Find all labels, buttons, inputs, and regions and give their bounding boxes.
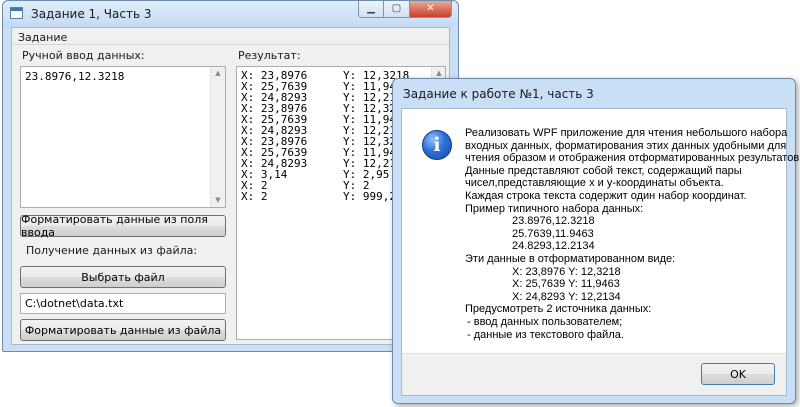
manual-input-textarea[interactable]: 23.8976,12.3218 ▲ ▼ (20, 66, 226, 208)
scroll-down-icon[interactable]: ▼ (211, 195, 225, 206)
message-line: 25.7639,11.9463 (512, 227, 594, 240)
format-input-button[interactable]: Форматировать данные из поля ввода (20, 213, 226, 239)
message-line: Эти данные в отформатированном виде: (465, 252, 676, 265)
message-line: чисел,представляющие x и y-координаты об… (465, 177, 724, 190)
close-button[interactable]: ✕ (410, 1, 452, 18)
dialog-title: Задание к работе №1, часть 3 (403, 87, 594, 101)
file-section-label: Получение данных из файла: (26, 244, 198, 257)
result-row: X: 2 Y: 999,2 (241, 190, 396, 203)
main-window: Задание 1, Часть 3 ▁ ▢ ✕ Задание Ручной … (2, 0, 459, 352)
message-line: Пример типичного набора данных: (465, 202, 644, 215)
dialog-footer: OK (402, 353, 786, 395)
minimize-icon: ▁ (367, 3, 375, 14)
message-line: чтения образом и отображения отформатиро… (465, 152, 800, 165)
info-icon: i (422, 130, 452, 160)
main-window-title: Задание 1, Часть 3 (31, 7, 152, 21)
message-line: X: 24,8293 Y: 12,2134 (512, 290, 621, 303)
message-line: X: 23,8976 Y: 12,3218 (512, 265, 621, 278)
main-client-area: Задание Ручной ввод данных: 23.8976,12.3… (11, 27, 450, 345)
result-label: Результат: (238, 49, 301, 62)
manual-input-scrollbar[interactable]: ▲ ▼ (210, 67, 225, 207)
ok-button[interactable]: OK (701, 363, 775, 385)
manual-input-value: 23.8976,12.3218 (25, 70, 125, 83)
minimize-button[interactable]: ▁ (358, 1, 384, 18)
app-window-icon (10, 7, 23, 19)
message-line: Каждая строка текста содержит один набор… (465, 189, 747, 202)
maximize-button[interactable]: ▢ (384, 1, 410, 18)
format-file-button[interactable]: Форматировать данные из файла (20, 319, 226, 341)
scroll-up-icon[interactable]: ▲ (211, 68, 225, 79)
message-line: - данные из текстового файла. (467, 328, 624, 341)
message-line: 24.8293,12.2134 (512, 240, 595, 253)
choose-file-button[interactable]: Выбрать файл (20, 266, 226, 288)
message-line: Реализовать WPF приложение для чтения не… (465, 127, 788, 139)
message-line: 23.8976,12.3218 (512, 215, 595, 228)
menu-divider (12, 44, 449, 45)
manual-input-label: Ручной ввод данных: (22, 49, 145, 62)
dialog-client-area: i Реализовать WPF приложение для чтения … (401, 108, 800, 396)
window-controls: ▁ ▢ ✕ (358, 1, 452, 19)
message-line: - ввод данных пользователем; (467, 315, 623, 328)
main-titlebar: Задание 1, Часть 3 ▁ ▢ ✕ (3, 1, 458, 27)
menu-item-task[interactable]: Задание (18, 31, 67, 44)
dialog-message: Реализовать WPF приложение для чтения не… (465, 127, 800, 341)
message-line: X: 25,7639 Y: 11,9463 (512, 278, 620, 291)
message-line: входных данных, форматирования этих данн… (465, 139, 787, 152)
maximize-icon: ▢ (391, 3, 402, 14)
message-line: Предусмотреть 2 источника данных: (465, 303, 652, 316)
message-line: Данные представляют собой текст, содержа… (465, 164, 742, 177)
close-icon: ✕ (426, 3, 435, 14)
task-dialog: Задание к работе №1, часть 3 i Реализова… (392, 78, 800, 404)
file-path-input[interactable]: C:\dotnet\data.txt (20, 293, 226, 314)
